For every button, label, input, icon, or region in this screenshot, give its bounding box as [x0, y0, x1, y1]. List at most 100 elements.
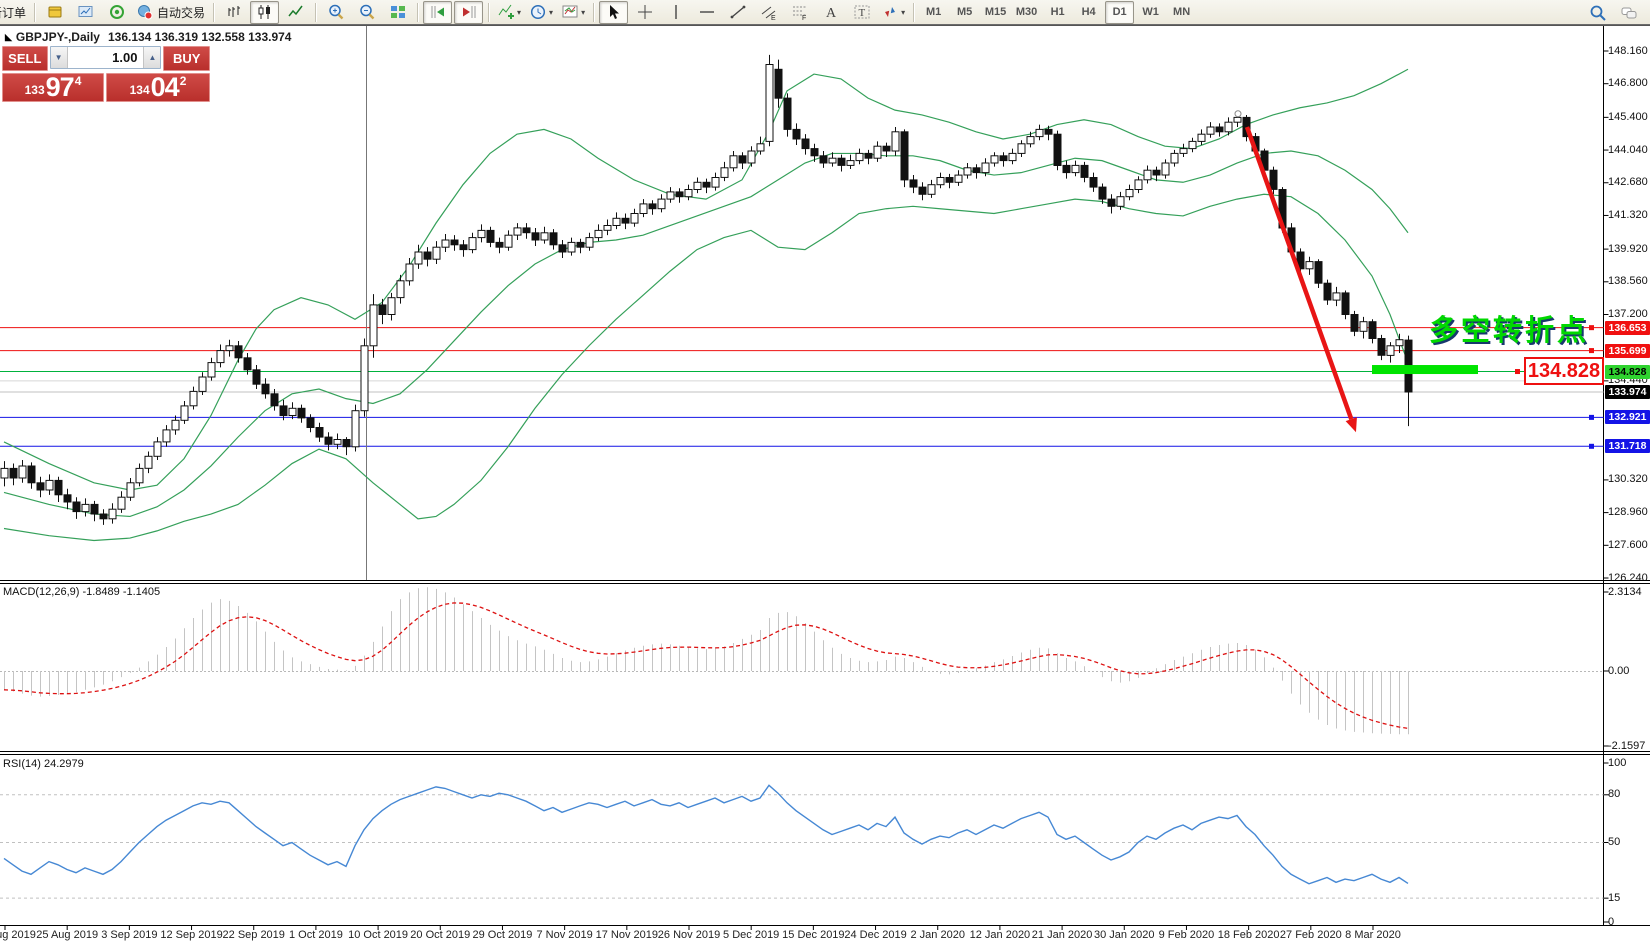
search-icon — [1589, 4, 1607, 22]
volume-stepper: ▼ ▲ — [49, 46, 162, 69]
timeframe-d1-button[interactable]: D1 — [1105, 0, 1135, 24]
svg-text:F: F — [802, 15, 806, 21]
zoom-in-button[interactable] — [321, 1, 350, 24]
auto-trading-icon — [136, 3, 154, 21]
timeframe-m5-button[interactable]: M5 — [950, 1, 979, 24]
auto-trading-button[interactable]: 自动交易 — [133, 1, 208, 24]
timeframe-mn-button[interactable]: MN — [1167, 1, 1196, 24]
price-callout-box[interactable]: 134.828 — [1524, 357, 1604, 385]
sell-price-button[interactable]: 133 97 4 — [2, 73, 104, 102]
dropdown-caret-icon: ▾ — [549, 7, 554, 17]
equidistant-channel-icon: E — [760, 3, 778, 21]
tile-windows-icon — [389, 3, 407, 21]
book-icon — [46, 3, 64, 21]
toolbar-separator — [417, 2, 419, 22]
cursor-button[interactable] — [599, 0, 629, 24]
toolbar-separator — [913, 2, 915, 22]
vertical-line-button[interactable] — [661, 1, 690, 24]
candlestick-chart-icon — [256, 3, 274, 21]
volume-input[interactable] — [67, 47, 144, 68]
turning-point-annotation[interactable]: 多空转折点 — [1429, 307, 1589, 349]
vertical-line-icon — [667, 3, 685, 21]
timeframe-h1-button[interactable]: H1 — [1043, 1, 1072, 24]
text-button[interactable]: A — [816, 1, 845, 24]
signal-button[interactable] — [102, 1, 131, 24]
auto-scroll-icon — [429, 3, 447, 21]
fibonacci-button[interactable]: F — [785, 1, 814, 24]
rsi-label: RSI(14) 24.2979 — [3, 758, 84, 770]
toolbar-separator — [315, 2, 317, 22]
auto-trading-label: 自动交易 — [157, 5, 206, 20]
cursor-icon — [605, 3, 623, 21]
search-button[interactable] — [1583, 1, 1612, 24]
buy-button[interactable]: BUY — [163, 46, 210, 71]
periods-icon — [529, 3, 547, 21]
sell-price-pip: 4 — [74, 74, 82, 88]
auto-scroll-button[interactable] — [423, 0, 453, 24]
bar-chart-button[interactable] — [219, 1, 248, 24]
candlestick-chart-button[interactable] — [250, 0, 280, 24]
signal-icon — [108, 3, 126, 21]
macd-label: MACD(12,26,9) -1.8489 -1.1405 — [3, 586, 161, 598]
timeframe-m15-button[interactable]: M15 — [981, 1, 1010, 24]
crosshair-button[interactable] — [630, 1, 659, 24]
svg-text:A: A — [826, 6, 837, 21]
volume-increase-button[interactable]: ▲ — [143, 47, 161, 68]
line-chart-icon — [287, 3, 305, 21]
toolbar-separator — [593, 2, 595, 22]
publish-chart-button[interactable] — [71, 1, 100, 24]
line-chart-button[interactable] — [281, 1, 310, 24]
timeframe-w1-button[interactable]: W1 — [1136, 1, 1165, 24]
chart-marker-icon: ◣ — [5, 31, 12, 42]
text-label-button[interactable]: T — [847, 1, 876, 24]
symbol-period-label: GBPJPY-,Daily — [15, 30, 100, 44]
publish-chart-icon — [77, 3, 95, 21]
book-button[interactable] — [40, 1, 69, 24]
horizontal-line-icon — [698, 3, 716, 21]
buy-price-main: 04 — [150, 72, 180, 102]
tile-windows-button[interactable] — [383, 1, 412, 24]
ohlc-values: 136.134 136.319 132.558 133.974 — [107, 30, 292, 44]
fibonacci-icon: F — [791, 3, 809, 21]
chart-title: ◣ GBPJPY-,Daily 136.134 136.319 132.558 … — [5, 30, 291, 44]
buy-price-pip: 2 — [179, 74, 187, 88]
toolbar: 新订单 自动交易 ▾ ▾ ▾ E F A T ▾ M1M5M15M30H1H4D1W1MN — [0, 0, 1650, 25]
periods-button[interactable]: ▾ — [526, 1, 556, 24]
timeframe-m1-button[interactable]: M1 — [919, 1, 948, 24]
chart-shift-button[interactable] — [454, 0, 484, 24]
bar-chart-icon — [225, 3, 243, 21]
timeframe-h4-button[interactable]: H4 — [1074, 1, 1103, 24]
indicators-button[interactable]: ▾ — [494, 1, 524, 24]
equidistant-channel-button[interactable]: E — [754, 1, 783, 24]
templates-button[interactable]: ▾ — [558, 1, 588, 24]
chat-button[interactable] — [1614, 1, 1643, 24]
toolbar-separator — [213, 2, 215, 22]
svg-text:T: T — [858, 7, 865, 19]
new-order-label: 新订单 — [0, 5, 27, 20]
arrows-icon — [881, 3, 899, 21]
text-icon: A — [822, 3, 840, 21]
sell-price-main: 97 — [45, 72, 75, 102]
dropdown-caret-icon: ▾ — [581, 7, 586, 17]
sell-button[interactable]: SELL — [2, 46, 48, 71]
mt4-window: 新订单 自动交易 ▾ ▾ ▾ E F A T ▾ M1M5M15M30H1H4D1W1MN ◣ GB… — [0, 0, 1650, 949]
volume-decrease-button[interactable]: ▼ — [50, 47, 68, 68]
zoom-in-icon — [327, 3, 345, 21]
chat-icon — [1620, 4, 1638, 22]
toolbar-separator — [488, 2, 490, 22]
crosshair-icon — [636, 3, 654, 21]
trendline-button[interactable] — [723, 1, 752, 24]
zoom-out-button[interactable] — [352, 1, 381, 24]
svg-text:E: E — [771, 15, 776, 21]
horizontal-line-button[interactable] — [692, 1, 721, 24]
arrows-button[interactable]: ▾ — [878, 1, 908, 24]
trendline-icon — [729, 3, 747, 21]
toolbar-right-icons — [1582, 1, 1644, 24]
chart-shift-icon — [460, 3, 478, 21]
timeframe-m30-button[interactable]: M30 — [1012, 1, 1041, 24]
sell-price-prefix: 133 — [24, 83, 45, 97]
new-order-button[interactable]: 新订单 — [0, 1, 29, 24]
toolbar-separator — [34, 2, 36, 22]
buy-price-button[interactable]: 134 04 2 — [106, 73, 210, 102]
dropdown-caret-icon: ▾ — [517, 7, 522, 17]
